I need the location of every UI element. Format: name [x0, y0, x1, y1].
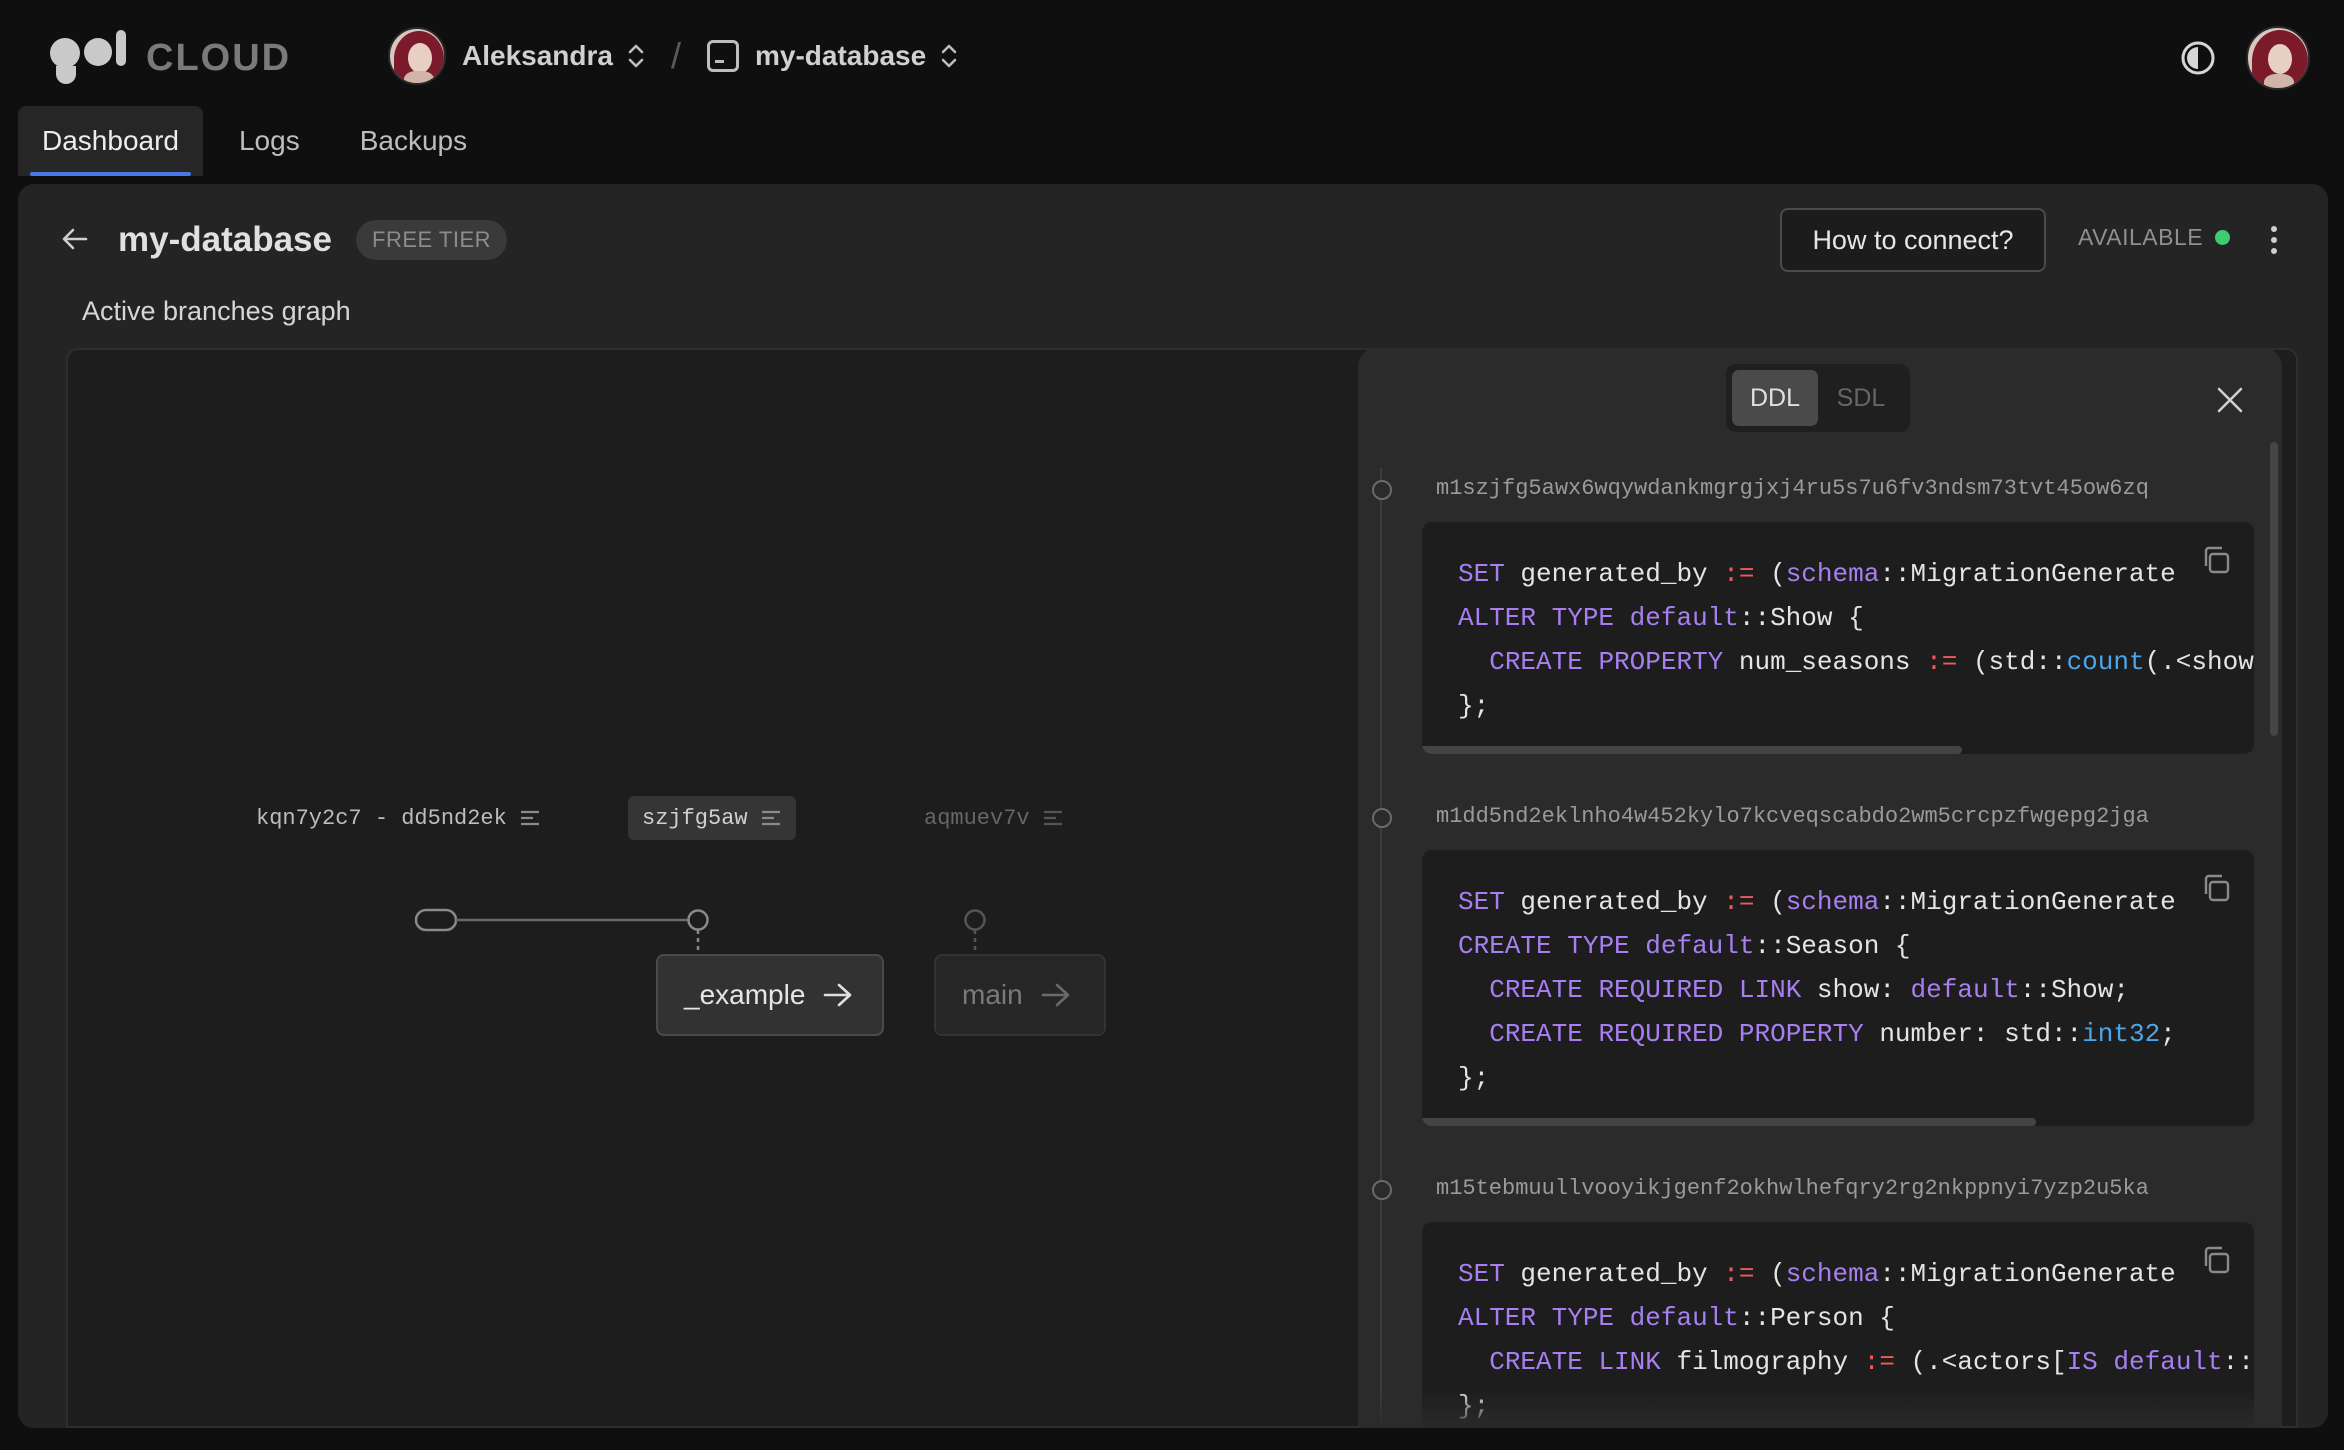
branch-label[interactable]: aqmuev7v	[924, 796, 1064, 840]
window-scrollbar[interactable]	[2330, 184, 2340, 1430]
database-header: my-database FREE TIER How to connect? AV…	[18, 184, 2328, 294]
horizontal-scrollbar[interactable]	[1422, 746, 1962, 754]
arrow-right-icon	[1041, 983, 1070, 1007]
status-indicator: AVAILABLE	[2078, 224, 2231, 251]
arrow-right-icon	[824, 983, 852, 1007]
migration-id: m1dd5nd2eklnho4w452kylo7kcveqscabdo2wm5c…	[1436, 804, 2149, 829]
logo[interactable]: CLOUD	[46, 26, 291, 90]
ddl-sdl-switch: DDL SDL	[1726, 364, 1910, 432]
copy-icon[interactable]	[2200, 544, 2232, 576]
sdl-toggle[interactable]: SDL	[1818, 370, 1904, 426]
branch-label-text: szjfg5aw	[642, 805, 748, 831]
breadcrumb: Aleksandra / my-database	[388, 26, 958, 86]
schema-panel: DDL SDL m1szjfg5awx6wqywdankmgrgjxj4ru5s…	[1358, 348, 2282, 1428]
branch-name: _example	[684, 979, 806, 1010]
user-avatar[interactable]	[2246, 26, 2310, 90]
graph-connectors	[414, 908, 986, 954]
panel-scrollbar[interactable]	[2270, 442, 2278, 736]
branch-main-button[interactable]: main	[934, 954, 1106, 1036]
main-tabs: Dashboard Logs Backups	[18, 106, 503, 176]
migration-ddl: SET generated_by := (schema::MigrationGe…	[1458, 887, 2176, 1093]
ddl-toggle[interactable]: DDL	[1732, 370, 1818, 426]
migration-id: m15tebmuullvooyikjgenf2okhwlhefqry2rg2nk…	[1436, 1176, 2149, 1201]
timeline-dot	[1372, 1180, 1392, 1200]
migration-ddl: SET generated_by := (schema::MigrationGe…	[1458, 559, 2254, 721]
gel-logo-icon	[46, 26, 130, 90]
database-switcher[interactable]: my-database	[755, 40, 926, 72]
lines-menu-icon	[520, 810, 539, 826]
how-to-connect-button[interactable]: How to connect?	[1780, 208, 2046, 272]
branch-label-text: kqn7y2c7 - dd5nd2ek	[256, 805, 507, 831]
branch-label-text: aqmuev7v	[924, 805, 1030, 831]
close-icon[interactable]	[2214, 384, 2246, 416]
database-card: my-database FREE TIER How to connect? AV…	[18, 184, 2328, 1428]
section-title: Active branches graph	[82, 296, 351, 326]
timeline-dot	[1372, 808, 1392, 828]
status-dot	[2215, 230, 2231, 245]
migration-timeline	[1380, 468, 1382, 1428]
lines-menu-icon	[1043, 810, 1062, 826]
panel-fade	[1358, 1388, 2282, 1428]
logo-text: CLOUD	[146, 36, 292, 79]
horizontal-scrollbar[interactable]	[1422, 1118, 2036, 1126]
chevron-updown-icon[interactable]	[940, 42, 958, 70]
database-icon	[706, 40, 739, 72]
kebab-menu-icon[interactable]	[2262, 222, 2286, 258]
breadcrumb-separator: /	[670, 35, 681, 76]
org-switcher[interactable]: Aleksandra	[462, 40, 613, 72]
chevron-updown-icon[interactable]	[627, 42, 645, 70]
copy-icon[interactable]	[2200, 1244, 2232, 1276]
lines-menu-icon	[761, 810, 780, 826]
tier-badge: FREE TIER	[356, 220, 508, 260]
tab-dashboard[interactable]: Dashboard	[18, 106, 203, 176]
copy-icon[interactable]	[2200, 872, 2232, 904]
code-block: SET generated_by := (schema::MigrationGe…	[1422, 850, 2254, 1126]
branch-name: main	[962, 979, 1023, 1010]
branch-label[interactable]: szjfg5aw	[628, 796, 796, 840]
arrow-left-icon[interactable]	[58, 222, 92, 256]
branch-label[interactable]: kqn7y2c7 - dd5nd2ek	[256, 796, 541, 840]
timeline-dot	[1372, 480, 1392, 500]
branch-example-button[interactable]: _example	[656, 954, 884, 1036]
org-avatar	[388, 27, 446, 85]
tab-backups[interactable]: Backups	[336, 106, 491, 176]
page-title: my-database	[118, 220, 332, 259]
tab-logs[interactable]: Logs	[215, 106, 324, 176]
top-right-actions	[2180, 26, 2310, 90]
migration-id: m1szjfg5awx6wqywdankmgrgjxj4ru5s7u6fv3nd…	[1436, 476, 2149, 501]
top-bar: CLOUD Aleksandra / my-database	[0, 0, 2344, 104]
status-text: AVAILABLE	[2078, 224, 2204, 250]
code-block: SET generated_by := (schema::MigrationGe…	[1422, 522, 2254, 754]
theme-toggle-icon[interactable]	[2180, 40, 2216, 76]
